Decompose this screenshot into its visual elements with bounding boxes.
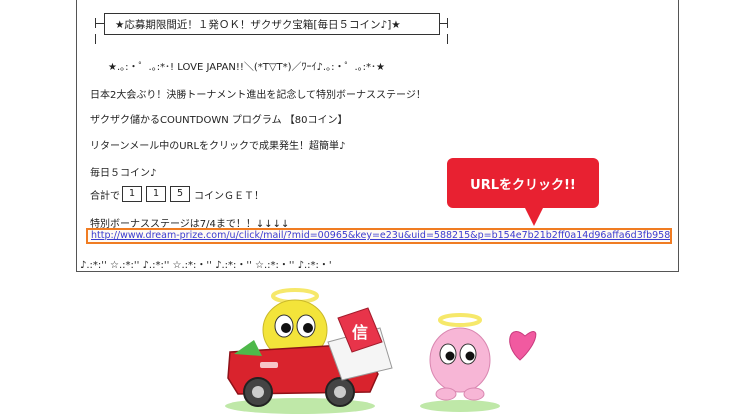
leaf-decoration (234, 340, 262, 356)
letter-glyph: 信 (352, 323, 368, 342)
decorative-star-line: ★.｡:・゜.｡:*･! LOVE JAPAN!!＼(*T▽T*)／ﾜｰｲ♪.｡… (108, 62, 385, 73)
campaign-url-link[interactable]: http://www.dream-prize.com/u/click/mail/… (86, 228, 672, 244)
body-line-3: リターンメール中のURLをクリックで成果発生！超簡単♪ (90, 141, 346, 152)
countdown-digit-1: 1 (122, 186, 142, 202)
pink-mascot (429, 327, 491, 393)
mascot-illustration: 信 (225, 288, 537, 414)
banner-bracket-left-bottom (95, 34, 96, 44)
callout-label: URLをクリック!! (470, 177, 576, 193)
callout-pointer (524, 206, 544, 226)
url-click-callout: URLをクリック!! (447, 158, 599, 208)
halo-icon-2 (438, 313, 482, 327)
body-line-2: ザクザク儲かるCOUNTDOWN プログラム 【80コイン】 (90, 115, 348, 126)
ground-shadow-2 (420, 400, 500, 412)
banner-title: ★応募期限間近！１発ＯＫ！ザクザク宝箱[毎日５コイン♪]★ (115, 18, 401, 31)
countdown-prefix: 合計で (90, 190, 120, 202)
body-line-1: 日本2大会ぶり！決勝トーナメント進出を記念して特別ボーナスステージ！ (90, 90, 426, 101)
countdown-digit-2: 1 (146, 186, 166, 202)
decorative-footer-line: ♪.:*:'' ☆.:*:'' ♪.:*:'' ☆.:*:・'' ♪.:*:・'… (80, 260, 332, 271)
countdown-suffix: コインＧＥＴ！ (194, 190, 264, 202)
banner-rule-right (439, 23, 448, 24)
body-line-4: 毎日５コイン♪ (90, 168, 157, 179)
banner-title-box: ★応募期限間近！１発ＯＫ！ザクザク宝箱[毎日５コイン♪]★ (104, 13, 440, 35)
banner-bracket-right-bottom (447, 34, 448, 44)
countdown-line: 合計で 1 1 5 コインＧＥＴ！ (90, 186, 264, 202)
heart-icon (509, 331, 537, 361)
countdown-digit-3: 5 (170, 186, 190, 202)
